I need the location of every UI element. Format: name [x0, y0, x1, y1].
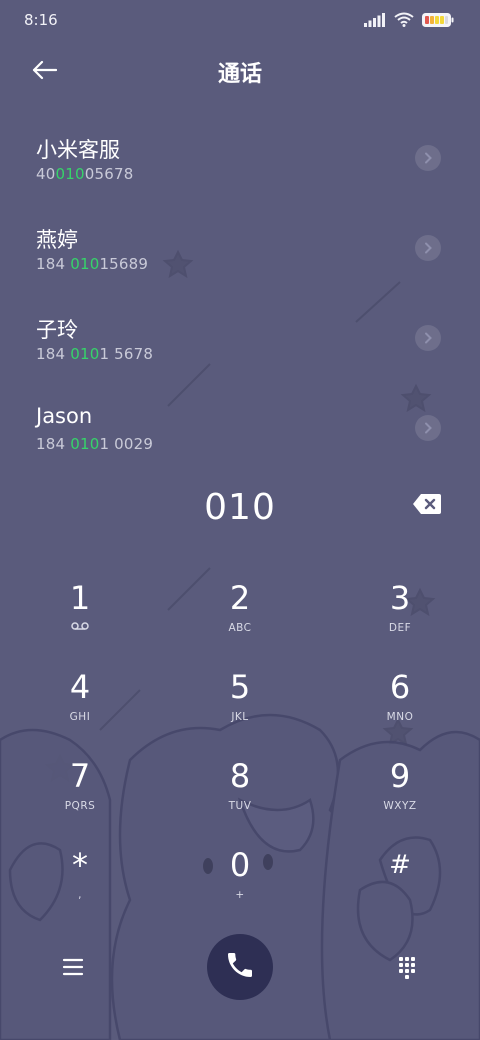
number-match: 010 [70, 345, 100, 363]
contact-name: Jason [36, 404, 93, 428]
contact-number: 184 0101 0029 [36, 435, 153, 453]
backspace-icon [412, 494, 442, 519]
key-letters: TUV [228, 800, 252, 812]
key-digit: 3 [389, 579, 411, 617]
key-letters: WXYZ [383, 800, 417, 812]
key-hash[interactable]: # [340, 845, 460, 925]
chevron-right-icon [423, 149, 433, 168]
key-9[interactable]: 9 WXYZ [340, 756, 460, 836]
key-3[interactable]: 3 DEF [340, 578, 460, 658]
key-8[interactable]: 8 TUV [180, 756, 300, 836]
key-letters: PQRS [64, 800, 96, 812]
number-suffix: 1 5678 [99, 345, 154, 363]
call-button[interactable] [207, 934, 273, 1000]
number-suffix: 15689 [99, 255, 149, 273]
key-digit: 1 [69, 579, 91, 617]
contact-item[interactable]: 子玲 184 0101 5678 [0, 300, 480, 390]
key-star[interactable]: * , [20, 845, 140, 925]
key-digit: * [72, 846, 88, 884]
key-2[interactable]: 2 ABC [180, 578, 300, 658]
key-digit: 2 [229, 579, 251, 617]
key-letters: MNO [386, 711, 414, 723]
key-digit: 7 [69, 757, 91, 795]
contact-number: 184 0101 5678 [36, 345, 153, 363]
key-7[interactable]: 7 PQRS [20, 756, 140, 836]
signal-icon [364, 12, 386, 31]
number-prefix: 184 [36, 255, 71, 273]
contact-list: 小米客服 4001005678 燕婷 184 01015689 子玲 184 0… [0, 120, 480, 480]
contact-detail-button[interactable] [415, 415, 441, 441]
key-digit: 8 [229, 757, 251, 795]
contact-detail-button[interactable] [415, 145, 441, 171]
key-0[interactable]: 0 + [180, 845, 300, 925]
phone-icon [224, 949, 256, 985]
menu-button[interactable] [58, 952, 88, 982]
dialpad-icon [392, 957, 422, 986]
contact-item[interactable]: Jason 184 0101 0029 [0, 390, 480, 480]
number-prefix: 184 [36, 435, 71, 453]
contact-number: 4001005678 [36, 165, 133, 183]
number-match: 010 [55, 165, 85, 183]
number-suffix: 05678 [84, 165, 134, 183]
key-letters: JKL [231, 711, 249, 723]
key-digit: 4 [69, 668, 91, 706]
key-letters: GHI [69, 711, 91, 723]
key-letters: DEF [388, 622, 412, 634]
status-time: 8:16 [24, 11, 58, 29]
key-1[interactable]: 1 [20, 578, 140, 658]
wifi-icon [394, 12, 414, 31]
status-icons [364, 12, 454, 31]
key-letters: + [235, 889, 245, 901]
key-letters: ABC [228, 622, 252, 634]
menu-icon [58, 958, 88, 986]
battery-icon [422, 12, 454, 31]
backspace-button[interactable] [412, 493, 442, 519]
key-letters: , [78, 889, 82, 901]
number-match: 010 [70, 255, 100, 273]
contact-detail-button[interactable] [415, 325, 441, 351]
dialed-number: 010 [204, 487, 276, 528]
dialpad-toggle-button[interactable] [392, 952, 422, 982]
number-suffix: 1 0029 [99, 435, 154, 453]
contact-item[interactable]: 燕婷 184 01015689 [0, 210, 480, 300]
key-digit: 9 [389, 757, 411, 795]
key-4[interactable]: 4 GHI [20, 667, 140, 747]
bottom-bar [0, 930, 480, 1004]
number-match: 010 [70, 435, 100, 453]
key-digit: # [389, 850, 411, 880]
chevron-right-icon [423, 419, 433, 438]
header: 通话 [0, 44, 480, 100]
chevron-right-icon [423, 239, 433, 258]
contact-number: 184 01015689 [36, 255, 148, 273]
key-6[interactable]: 6 MNO [340, 667, 460, 747]
contact-name: 燕婷 [36, 228, 78, 252]
contact-name: 子玲 [36, 318, 78, 342]
status-bar: 8:16 [0, 0, 480, 40]
contact-name: 小米客服 [36, 138, 120, 162]
number-prefix: 40 [36, 165, 56, 183]
page-title: 通话 [217, 62, 262, 87]
key-digit: 5 [229, 668, 251, 706]
chevron-right-icon [423, 329, 433, 348]
key-digit: 0 [229, 846, 251, 884]
key-5[interactable]: 5 JKL [180, 667, 300, 747]
contact-detail-button[interactable] [415, 235, 441, 261]
voicemail-icon [20, 621, 140, 635]
contact-item[interactable]: 小米客服 4001005678 [0, 120, 480, 210]
key-digit: 6 [389, 668, 411, 706]
number-prefix: 184 [36, 345, 71, 363]
